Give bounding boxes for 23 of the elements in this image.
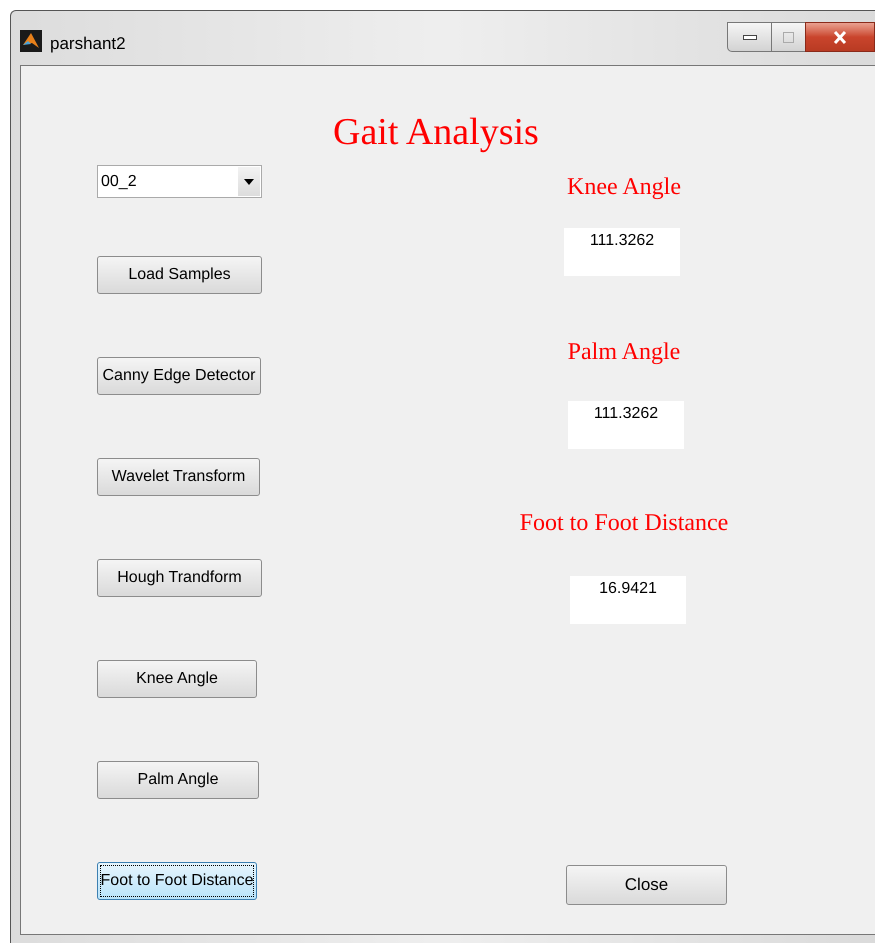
readout-label: Palm Angle — [566, 338, 682, 367]
action-button[interactable]: Load Samples — [97, 256, 262, 294]
close-icon — [833, 30, 847, 44]
minimize-button[interactable] — [727, 22, 772, 52]
app-icon — [20, 30, 42, 52]
action-button[interactable]: Wavelet Transform — [97, 458, 260, 496]
maximize-button[interactable] — [772, 22, 805, 52]
action-button[interactable]: Foot to Foot Distance — [97, 862, 257, 900]
readout-label: Knee Angle — [566, 173, 682, 202]
readout-value-field: 16.9421 — [570, 576, 686, 624]
window-title: parshant2 — [50, 33, 126, 55]
action-button[interactable]: Hough Trandform — [97, 559, 262, 597]
close-button[interactable]: Close — [566, 865, 727, 905]
sample-dropdown[interactable]: 00_2 — [97, 165, 262, 198]
readout-label: Foot to Foot Distance — [518, 509, 730, 538]
readout-value-field: 111.3262 — [568, 401, 684, 449]
action-button[interactable]: Knee Angle — [97, 660, 257, 698]
close-window-button[interactable] — [805, 22, 875, 52]
heading: Gait Analysis — [333, 112, 540, 152]
readout-value-field: 111.3262 — [564, 228, 680, 276]
action-button[interactable]: Canny Edge Detector — [97, 357, 261, 395]
dropdown-arrow-icon — [244, 178, 254, 184]
action-button[interactable]: Palm Angle — [97, 761, 259, 799]
